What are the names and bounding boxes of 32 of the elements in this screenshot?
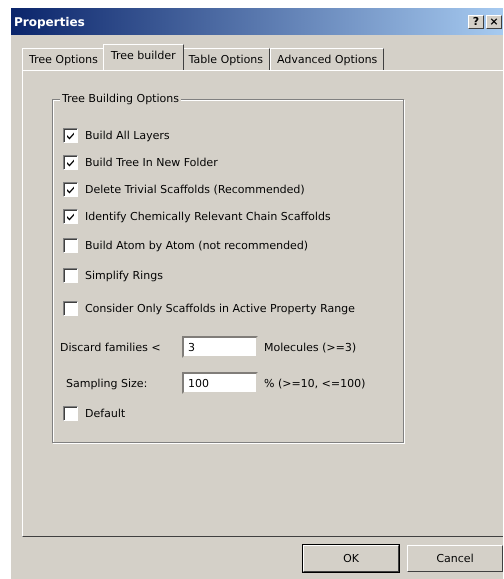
checkbox[interactable] [63, 128, 78, 143]
checkbox-label: Simplify Rings [85, 268, 163, 282]
field-hint: Molecules (>=3) [264, 340, 356, 354]
input-field[interactable]: 3 [182, 336, 258, 358]
checkbox-label: Identify Chemically Relevant Chain Scaffolds [85, 210, 331, 223]
help-button[interactable]: ? [468, 14, 484, 28]
checkbox-label: Build All Layers [85, 129, 170, 142]
field-label: Sampling Size: [66, 376, 148, 390]
checkbox[interactable] [63, 406, 78, 420]
group-title: Tree Building Options [60, 92, 181, 105]
window-title: Properties [14, 14, 85, 28]
tab[interactable]: Tree Options [22, 48, 105, 70]
input-field[interactable]: 100 [182, 372, 258, 394]
ok-button[interactable]: OK [303, 545, 399, 572]
checkbox[interactable] [63, 182, 78, 197]
checkbox[interactable] [63, 300, 78, 316]
checkbox[interactable] [63, 209, 78, 224]
checkbox[interactable] [63, 268, 78, 282]
checkbox-label: Delete Trivial Scaffolds (Recommended) [85, 183, 305, 196]
field-label: Discard families < [60, 340, 162, 354]
checkbox-label: Default [85, 406, 126, 420]
checkbox-label: Build Tree In New Folder [85, 156, 218, 169]
tab[interactable]: Tree builder [102, 44, 184, 70]
close-button[interactable]: × [486, 14, 502, 28]
field-hint: % (>=10, <=100) [264, 376, 366, 390]
checkbox-label: Consider Only Scaffolds in Active Property Range [85, 302, 355, 314]
tab[interactable]: Table Options [182, 48, 270, 70]
checkbox[interactable] [63, 238, 78, 252]
cancel-button[interactable]: Cancel [407, 545, 503, 572]
checkbox-label: Build Atom by Atom (not recommended) [85, 238, 308, 252]
tab[interactable]: Advanced Options [270, 48, 384, 70]
checkbox[interactable] [63, 155, 78, 170]
